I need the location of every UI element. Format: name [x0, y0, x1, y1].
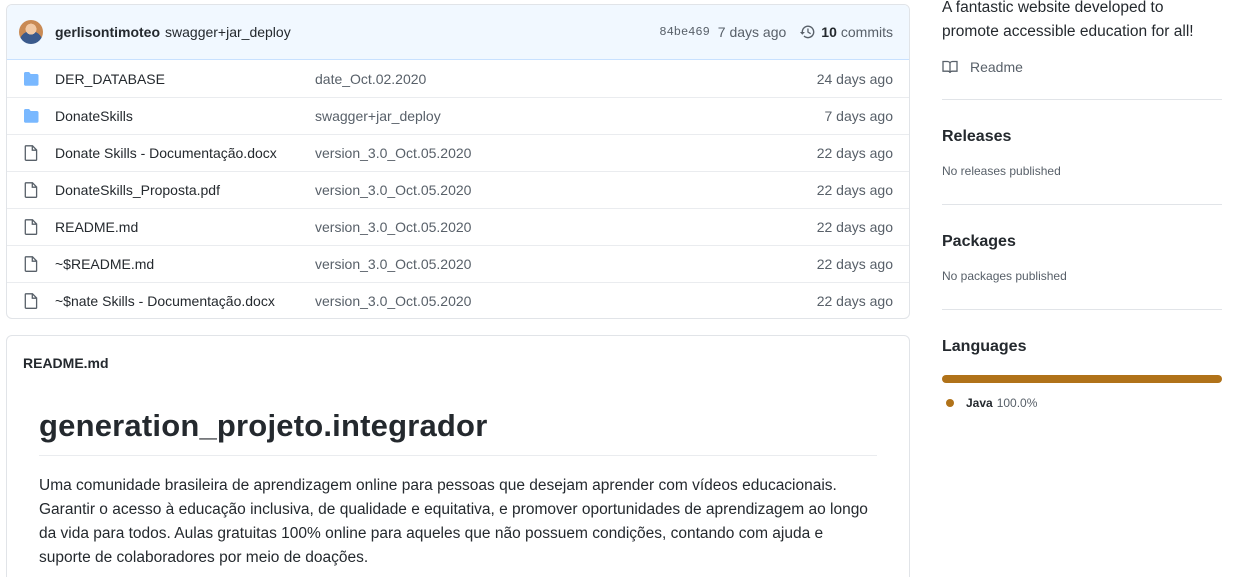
commit-count-label: commits — [840, 24, 893, 40]
commit-author[interactable]: gerlisontimoteo — [55, 24, 160, 40]
file-commit-message[interactable]: version_3.0_Oct.05.2020 — [315, 293, 817, 309]
file-age: 7 days ago — [824, 108, 894, 124]
file-name[interactable]: DonateSkills — [55, 108, 315, 124]
readme-link-label: Readme — [970, 59, 1023, 75]
file-name[interactable]: DonateSkills_Proposta.pdf — [55, 182, 315, 198]
file-icon — [24, 182, 38, 198]
sidebar-divider — [942, 204, 1222, 205]
releases-empty: No releases published — [942, 164, 1061, 178]
commit-count: 10 — [821, 24, 837, 40]
commit-message[interactable]: swagger+jar_deploy — [165, 24, 291, 40]
file-name[interactable]: README.md — [55, 219, 315, 235]
file-commit-message[interactable]: version_3.0_Oct.05.2020 — [315, 256, 817, 272]
repo-sidebar: A fantastic website developed to promote… — [942, 0, 1222, 410]
sidebar-divider — [942, 99, 1222, 100]
file-name[interactable]: DER_DATABASE — [55, 71, 315, 87]
file-name[interactable]: Donate Skills - Documentação.docx — [55, 145, 315, 161]
readme-divider — [39, 455, 877, 456]
file-commit-message[interactable]: date_Oct.02.2020 — [315, 71, 817, 87]
file-age: 24 days ago — [816, 70, 893, 87]
readme-body: Uma comunidade brasileira de aprendizage… — [39, 477, 868, 566]
languages-title: Languages — [942, 338, 1027, 355]
file-icon — [24, 145, 38, 161]
book-icon — [942, 60, 958, 74]
file-row[interactable]: DonateSkills_Proposta.pdf version_3.0_Oct… — [7, 171, 909, 208]
readme-header[interactable]: README.md — [23, 355, 109, 371]
file-age: 22 days ago — [816, 182, 893, 198]
file-commit-message[interactable]: version_3.0_Oct.05.2020 — [315, 182, 817, 198]
file-icon-wrap — [23, 256, 39, 272]
latest-commit-bar: gerlisontimoteo swagger+jar_deploy 84be4… — [7, 5, 909, 60]
file-icon-wrap — [23, 219, 39, 235]
commit-sha[interactable]: 84be469 — [659, 25, 709, 39]
readme-title: generation_projeto.integrador — [39, 408, 488, 443]
file-row[interactable]: ~$nate Skills - Documentação.docx version… — [7, 282, 909, 318]
file-icon-wrap — [23, 145, 39, 161]
readme-link[interactable]: Readme — [942, 59, 1222, 75]
packages-section: Packages No packages published — [942, 233, 1222, 283]
commit-history-link[interactable]: 10 commits — [800, 24, 893, 40]
sidebar-divider — [942, 309, 1222, 310]
language-name: Java — [966, 396, 993, 410]
file-name[interactable]: ~$nate Skills - Documentação.docx — [55, 293, 315, 309]
about-description: A fantastic website developed to promote… — [942, 0, 1194, 40]
readme-panel: README.md generation_projeto.integrador … — [6, 335, 910, 577]
language-color-dot — [946, 399, 954, 407]
folder-icon — [24, 109, 39, 123]
releases-title[interactable]: Releases — [942, 128, 1222, 146]
file-icon-wrap — [23, 293, 39, 309]
file-row[interactable]: DER_DATABASE date_Oct.02.2020 24 days ago — [7, 60, 909, 97]
file-row[interactable]: DonateSkills swagger+jar_deploy 7 days ago — [7, 97, 909, 134]
language-item[interactable]: Java 100.0% — [942, 396, 1222, 410]
packages-title[interactable]: Packages — [942, 233, 1222, 251]
file-icon — [24, 293, 38, 309]
language-bar — [942, 375, 1222, 383]
file-icon-wrap — [23, 182, 39, 198]
packages-empty: No packages published — [942, 269, 1067, 283]
folder-icon — [24, 71, 39, 86]
releases-section: Releases No releases published — [942, 128, 1222, 178]
languages-section: Languages Java 100.0% — [942, 338, 1222, 410]
file-row[interactable]: Donate Skills - Documentação.docx version… — [7, 134, 909, 171]
commit-date: 7 days ago — [717, 24, 787, 40]
file-age: 22 days ago — [816, 293, 893, 309]
file-commit-message[interactable]: version_3.0_Oct.05.2020 — [315, 219, 817, 235]
file-age: 22 days ago — [816, 256, 893, 272]
folder-icon-wrap — [23, 71, 39, 87]
file-commit-message[interactable]: version_3.0_Oct.05.2020 — [315, 145, 817, 161]
file-age: 22 days ago — [816, 219, 893, 235]
history-icon — [800, 25, 815, 39]
file-icon — [24, 256, 38, 272]
file-icon — [24, 219, 38, 235]
file-commit-message[interactable]: swagger+jar_deploy — [315, 108, 825, 124]
language-percent: 100.0% — [996, 396, 1038, 410]
file-browser: gerlisontimoteo swagger+jar_deploy 84be4… — [6, 4, 910, 319]
file-row[interactable]: README.md version_3.0_Oct.05.2020 22 days … — [7, 208, 909, 245]
file-row[interactable]: ~$README.md version_3.0_Oct.05.2020 22 day… — [7, 245, 909, 282]
folder-icon-wrap — [23, 108, 39, 124]
file-age: 22 days ago — [816, 145, 893, 161]
author-avatar[interactable] — [19, 20, 43, 44]
file-name[interactable]: ~$README.md — [55, 256, 315, 272]
